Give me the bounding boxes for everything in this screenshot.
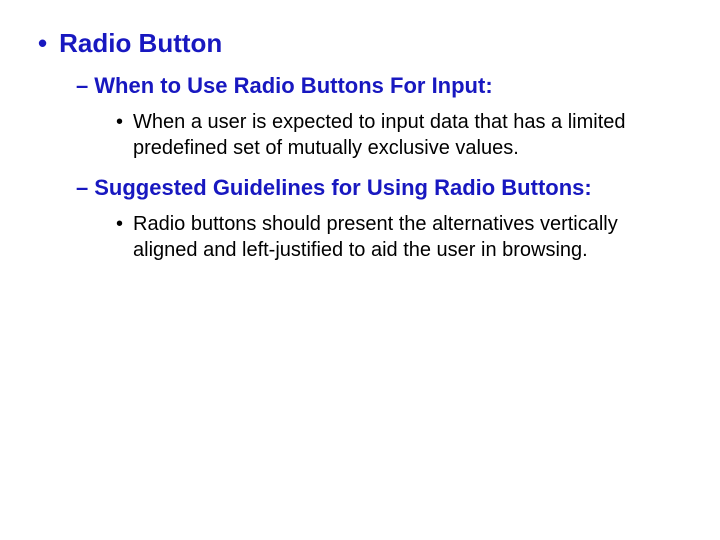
section-2-item-1: • Radio buttons should present the alter…	[116, 211, 720, 263]
section-1-item-1: • When a user is expected to input data …	[116, 109, 720, 161]
dash-icon: –	[76, 73, 88, 98]
section-1-title: When to Use Radio Buttons For Input:	[94, 73, 492, 98]
section-2-title: Suggested Guidelines for Using Radio But…	[94, 175, 591, 200]
section-2-item-1-text: Radio buttons should present the alterna…	[133, 211, 660, 263]
section-2-title-row: –Suggested Guidelines for Using Radio Bu…	[76, 175, 720, 201]
section-1-title-row: –When to Use Radio Buttons For Input:	[76, 73, 720, 99]
section-1-item-1-text: When a user is expected to input data th…	[133, 109, 660, 161]
slide-content: •Radio Button –When to Use Radio Buttons…	[0, 28, 720, 540]
bullet-icon: •	[38, 28, 47, 59]
heading-row: • Radio Button	[38, 28, 720, 59]
bullet-icon: •	[116, 211, 123, 237]
dash-icon: –	[76, 175, 88, 200]
heading-text: Radio Button	[59, 28, 222, 59]
bullet-icon: •	[116, 109, 123, 135]
